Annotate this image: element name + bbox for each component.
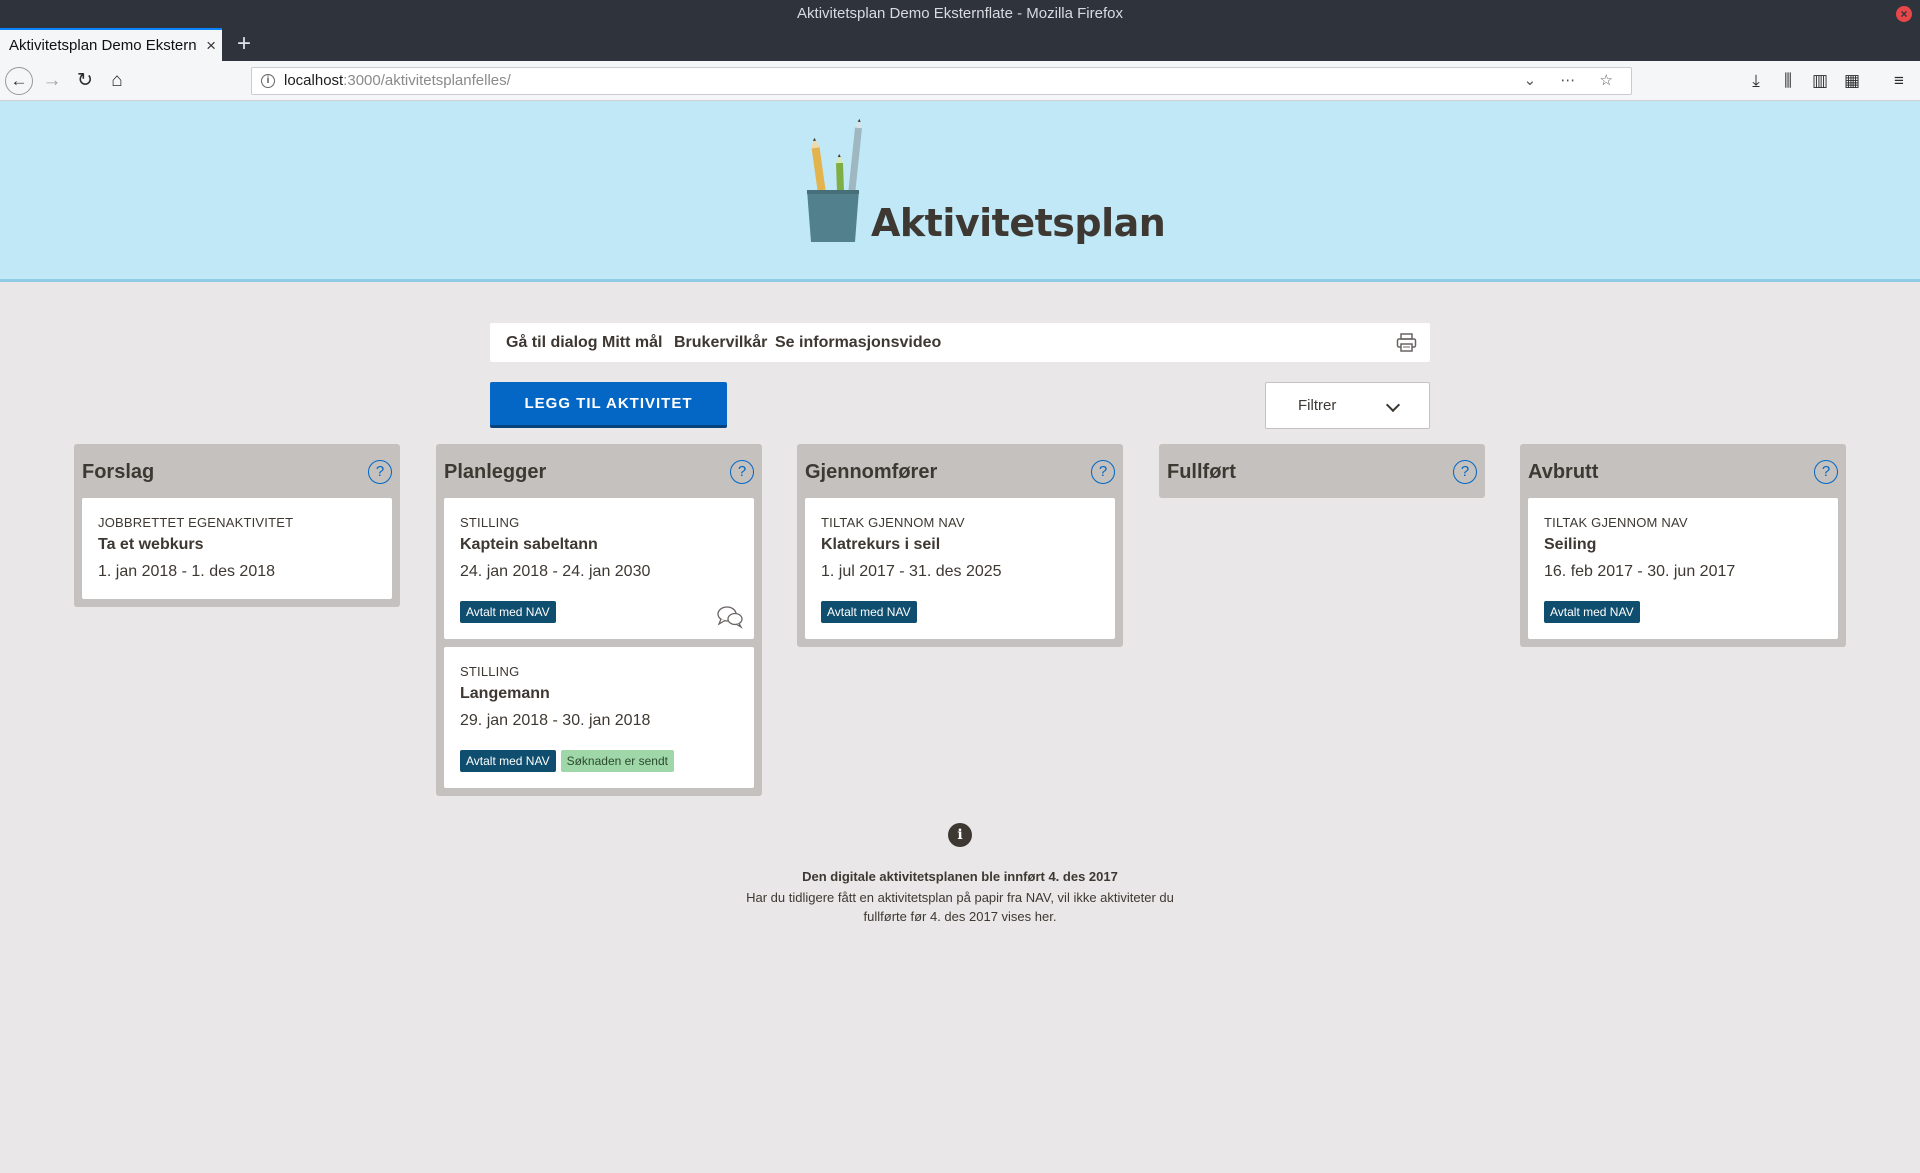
chevron-down-icon [1385, 397, 1401, 413]
browser-tab[interactable]: Aktivitetsplan Demo Eksternflate - Mozil… [0, 28, 222, 61]
page-actions-icon[interactable]: ⌄ ⋯ ☆ [1524, 68, 1623, 94]
tab-bar: Aktivitetsplan Demo Eksternflate - Mozil… [0, 28, 1920, 61]
home-icon[interactable]: ⌂ [103, 67, 131, 95]
status-badge: Søknaden er sendt [560, 750, 674, 772]
page-header: Aktivitetsplan [0, 101, 1920, 282]
url-bar[interactable]: i localhost:3000/aktivitetsplanfelles/ ⌄… [251, 67, 1632, 95]
help-icon[interactable]: ? [1453, 460, 1477, 484]
status-badge: Avtalt med NAV [1544, 601, 1640, 623]
help-icon[interactable]: ? [1091, 460, 1115, 484]
column-forslag: Forslag ? JOBBRETTET EGENAKTIVITET Ta et… [74, 444, 400, 607]
menu-bar: Gå til dialog Mitt mål Brukervilkår Se i… [490, 323, 1430, 362]
sidebar-icon[interactable]: ▥ [1807, 67, 1833, 95]
column-fullfort: Fullført ? [1159, 444, 1485, 498]
new-tab-icon[interactable]: + [230, 30, 258, 58]
card-type: STILLING [460, 664, 520, 679]
downloads-icon[interactable]: ⤓ [1743, 67, 1769, 95]
add-activity-button[interactable]: LEGG TIL AKTIVITET [490, 382, 727, 428]
printer-icon[interactable] [1396, 332, 1417, 353]
card-type: TILTAK GJENNOM NAV [1544, 515, 1688, 530]
card-title: Klatrekurs i seil [821, 536, 941, 553]
column-header: Forslag ? [82, 444, 392, 498]
menu-link-dialog[interactable]: Gå til dialog [506, 323, 598, 362]
window-title: Aktivitetsplan Demo Eksternflate - Mozil… [797, 5, 1123, 22]
column-title: Avbrutt [1528, 461, 1599, 483]
navigation-bar: ← → ↻ ⌂ i localhost:3000/aktivitetsplanf… [0, 61, 1920, 101]
card-type: STILLING [460, 515, 520, 530]
menu-link-mitt-mal[interactable]: Mitt mål [602, 323, 662, 362]
menu-link-brukervilkar[interactable]: Brukervilkår [674, 323, 767, 362]
column-planlegger: Planlegger ? STILLING Kaptein sabeltann … [436, 444, 762, 796]
filter-label: Filtrer [1298, 397, 1337, 414]
column-title: Fullført [1167, 461, 1236, 483]
back-arrow-icon[interactable]: ← [5, 67, 33, 95]
card-title: Seiling [1544, 536, 1597, 553]
forward-arrow-icon[interactable]: → [38, 67, 66, 95]
column-header: Avbrutt ? [1528, 444, 1838, 498]
url-host: localhost [284, 72, 344, 89]
page-title: Aktivitetsplan [871, 201, 1166, 245]
pencil-cup-logo [807, 118, 862, 242]
card-dates: 1. jul 2017 - 31. des 2025 [821, 563, 1002, 580]
card-dates: 24. jan 2018 - 24. jan 2030 [460, 563, 651, 580]
card-type: JOBBRETTET EGENAKTIVITET [98, 515, 294, 530]
card-title: Langemann [460, 685, 550, 702]
column-title: Planlegger [444, 461, 547, 483]
tab-title: Aktivitetsplan Demo Eksternflate - Mozil… [9, 37, 197, 54]
activity-card[interactable]: JOBBRETTET EGENAKTIVITET Ta et webkurs 1… [82, 498, 392, 599]
info-icon: i [948, 823, 972, 847]
badge-row: Avtalt med NAV Søknaden er sendt [460, 750, 738, 772]
card-dates: 1. jan 2018 - 1. des 2018 [98, 563, 276, 580]
card-title: Kaptein sabeltann [460, 536, 598, 553]
badge-row: Avtalt med NAV [821, 601, 1099, 623]
help-icon[interactable]: ? [368, 460, 392, 484]
url-path: :3000/aktivitetsplanfelles/ [343, 72, 511, 89]
badge-row: Avtalt med NAV [460, 601, 738, 623]
column-title: Gjennomfører [805, 461, 938, 483]
info-text: Har du tidligere fått en aktivitetsplan … [746, 890, 1174, 924]
help-icon[interactable]: ? [1814, 460, 1838, 484]
window-close-icon[interactable]: × [1896, 6, 1912, 22]
activity-card[interactable]: STILLING Langemann 29. jan 2018 - 30. ja… [444, 647, 754, 788]
status-badge: Avtalt med NAV [460, 750, 556, 772]
extensions-icon[interactable]: ▦ [1839, 67, 1865, 95]
activity-card[interactable]: TILTAK GJENNOM NAV Klatrekurs i seil 1. … [805, 498, 1115, 639]
column-title: Forslag [82, 461, 155, 483]
info-heading: Den digitale aktivitetsplanen ble innfør… [802, 869, 1118, 884]
column-header: Fullført ? [1167, 444, 1477, 498]
column-header: Planlegger ? [444, 444, 754, 498]
card-title: Ta et webkurs [98, 536, 204, 553]
column-gjennomforer: Gjennomfører ? TILTAK GJENNOM NAV Klatre… [797, 444, 1123, 647]
speech-bubbles-icon[interactable] [716, 605, 744, 629]
badge-row: Avtalt med NAV [1544, 601, 1822, 623]
filter-dropdown[interactable]: Filtrer [1265, 382, 1430, 429]
activity-card[interactable]: STILLING Kaptein sabeltann 24. jan 2018 … [444, 498, 754, 639]
activity-card[interactable]: TILTAK GJENNOM NAV Seiling 16. feb 2017 … [1528, 498, 1838, 639]
tab-close-icon[interactable]: × [206, 30, 216, 61]
help-icon[interactable]: ? [730, 460, 754, 484]
column-avbrutt: Avbrutt ? TILTAK GJENNOM NAV Seiling 16.… [1520, 444, 1846, 647]
site-info-icon[interactable]: i [261, 74, 275, 88]
menu-link-video[interactable]: Se informasjonsvideo [775, 323, 941, 362]
status-badge: Avtalt med NAV [821, 601, 917, 623]
reload-icon[interactable]: ↻ [71, 67, 99, 95]
column-header: Gjennomfører ? [805, 444, 1115, 498]
card-dates: 16. feb 2017 - 30. jun 2017 [1544, 563, 1736, 580]
card-dates: 29. jan 2018 - 30. jan 2018 [460, 712, 651, 729]
status-badge: Avtalt med NAV [460, 601, 556, 623]
menu-hamburger-icon[interactable]: ≡ [1886, 67, 1912, 95]
card-type: TILTAK GJENNOM NAV [821, 515, 965, 530]
window-titlebar: Aktivitetsplan Demo Eksternflate - Mozil… [0, 0, 1920, 28]
library-icon[interactable]: ⫼ [1775, 67, 1801, 95]
